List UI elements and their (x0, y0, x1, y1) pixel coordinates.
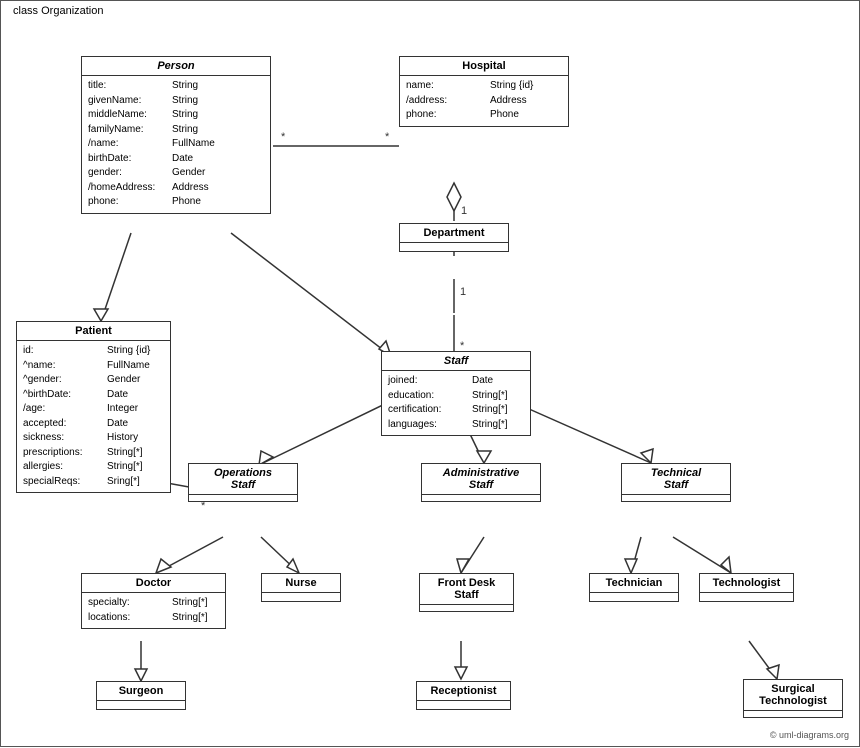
class-operations-staff: Operations Staff (188, 463, 298, 502)
class-patient-body: id:String {id} ^name:FullName ^gender:Ge… (17, 341, 170, 492)
class-technologist: Technologist (699, 573, 794, 602)
class-technician-header: Technician (590, 574, 678, 593)
class-person: Person title:String givenName:String mid… (81, 56, 271, 214)
class-person-body: title:String givenName:String middleName… (82, 76, 270, 213)
class-technician-body (590, 593, 678, 601)
class-patient: Patient id:String {id} ^name:FullName ^g… (16, 321, 171, 493)
class-surgeon-header: Surgeon (97, 682, 185, 701)
svg-text:1: 1 (460, 286, 466, 298)
class-doctor-body: specialty:String[*] locations:String[*] (82, 593, 225, 628)
class-staff-body: joined:Date education:String[*] certific… (382, 371, 530, 435)
class-admin-staff: Administrative Staff (421, 463, 541, 502)
class-nurse: Nurse (261, 573, 341, 602)
class-doctor: Doctor specialty:String[*] locations:Str… (81, 573, 226, 629)
class-receptionist-header: Receptionist (417, 682, 510, 701)
class-frontdesk-body (420, 605, 513, 611)
class-staff: Staff joined:Date education:String[*] ce… (381, 351, 531, 436)
class-ops-body (189, 495, 297, 501)
class-surgical-tech-header: Surgical Technologist (744, 680, 842, 711)
svg-text:*: * (385, 131, 390, 143)
class-person-header: Person (82, 57, 270, 76)
class-technologist-body (700, 593, 793, 601)
class-technician: Technician (589, 573, 679, 602)
class-surgical-technologist: Surgical Technologist (743, 679, 843, 718)
class-nurse-body (262, 593, 340, 601)
class-admin-body (422, 495, 540, 501)
class-tech-staff-body (622, 495, 730, 501)
class-admin-header: Administrative Staff (422, 464, 540, 495)
class-staff-header: Staff (382, 352, 530, 371)
class-hospital-body: name:String {id} /address:Address phone:… (400, 76, 568, 126)
svg-text:1: 1 (461, 205, 467, 217)
class-technical-staff: Technical Staff (621, 463, 731, 502)
class-surgical-tech-body (744, 711, 842, 717)
class-hospital: Hospital name:String {id} /address:Addre… (399, 56, 569, 127)
class-department-header: Department (400, 224, 508, 243)
class-receptionist-body (417, 701, 510, 709)
class-surgeon: Surgeon (96, 681, 186, 710)
class-patient-header: Patient (17, 322, 170, 341)
class-hospital-header: Hospital (400, 57, 568, 76)
class-receptionist: Receptionist (416, 681, 511, 710)
copyright: © uml-diagrams.org (770, 730, 849, 740)
svg-text:*: * (281, 131, 286, 143)
class-nurse-header: Nurse (262, 574, 340, 593)
diagram-title: class Organization (9, 5, 108, 17)
class-frontdesk: Front Desk Staff (419, 573, 514, 612)
class-department: Department (399, 223, 509, 252)
class-doctor-header: Doctor (82, 574, 225, 593)
class-department-body (400, 243, 508, 251)
class-frontdesk-header: Front Desk Staff (420, 574, 513, 605)
diagram-container: class Organization * * 1 * 1 * * * (0, 0, 860, 747)
class-technologist-header: Technologist (700, 574, 793, 593)
class-surgeon-body (97, 701, 185, 709)
class-tech-staff-header: Technical Staff (622, 464, 730, 495)
class-ops-header: Operations Staff (189, 464, 297, 495)
